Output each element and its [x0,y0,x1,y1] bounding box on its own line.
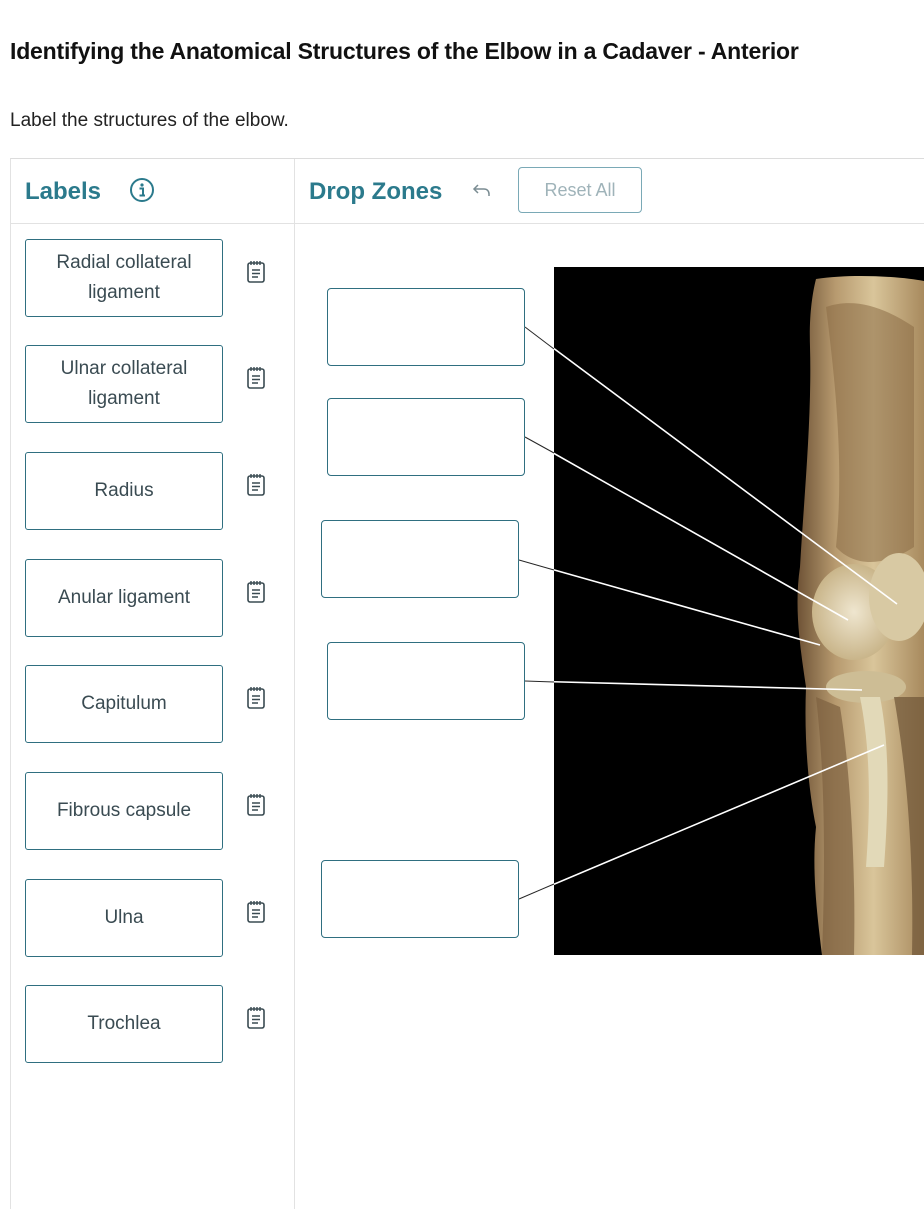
draggable-label[interactable]: Fibrous capsule [25,772,223,850]
info-icon[interactable] [129,177,155,203]
label-item-fibrous-capsule: Fibrous capsule [25,772,315,852]
undo-arrow-icon[interactable] [471,179,493,201]
notepad-icon[interactable] [245,686,267,710]
draggable-label[interactable]: Capitulum [25,665,223,743]
notepad-icon[interactable] [245,793,267,817]
notepad-icon[interactable] [245,900,267,924]
draggable-label[interactable]: Radial collateral ligament [25,239,223,317]
label-item-capitulum: Capitulum [25,665,315,745]
labels-column: Labels Radial collateral ligament Ulnar … [11,159,295,1209]
instruction-text: Label the structures of the elbow. [10,110,289,131]
cadaver-elbow-image [554,267,924,955]
page-title: Identifying the Anatomical Structures of… [10,38,799,64]
notepad-icon[interactable] [245,260,267,284]
reset-all-button[interactable]: Reset All [518,167,642,213]
label-item-radius: Radius [25,452,315,532]
notepad-icon[interactable] [245,473,267,497]
drop-zone-5[interactable] [321,860,519,938]
draggable-label[interactable]: Trochlea [25,985,223,1063]
draggable-label[interactable]: Anular ligament [25,559,223,637]
drop-zones-title: Drop Zones [309,178,443,205]
notepad-icon[interactable] [245,580,267,604]
draggable-label[interactable]: Ulna [25,879,223,957]
label-item-radial-collateral-ligament: Radial collateral ligament [25,239,315,319]
drop-zones-header: Drop Zones Reset All [295,159,924,224]
labels-title: Labels [25,178,102,205]
notepad-icon[interactable] [245,366,267,390]
drop-zone-4[interactable] [327,642,525,720]
label-item-ulnar-collateral-ligament: Ulnar collateral ligament [25,345,315,425]
draggable-label[interactable]: Radius [25,452,223,530]
drop-zone-3[interactable] [321,520,519,598]
label-item-ulna: Ulna [25,879,315,959]
drop-zone-2[interactable] [327,398,525,476]
labels-header: Labels [11,159,294,224]
notepad-icon[interactable] [245,1006,267,1030]
drop-zone-1[interactable] [327,288,525,366]
elbow-specimen-illustration [797,275,924,955]
draggable-label[interactable]: Ulnar collateral ligament [25,345,223,423]
label-item-trochlea: Trochlea [25,985,315,1065]
label-item-anular-ligament: Anular ligament [25,559,315,639]
